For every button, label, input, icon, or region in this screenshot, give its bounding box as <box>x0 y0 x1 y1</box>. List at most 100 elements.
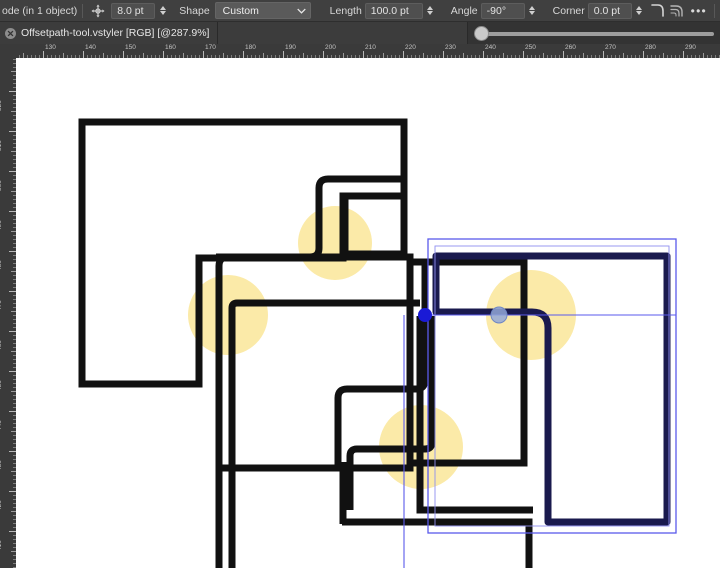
ruler-tick <box>243 51 244 58</box>
ruler-label: 270 <box>605 44 616 51</box>
stepper-down-icon[interactable] <box>636 11 642 15</box>
ruler-tick <box>483 51 484 58</box>
selected-node[interactable] <box>418 308 432 322</box>
ruler-tick <box>9 371 16 372</box>
ruler-label: 520 <box>0 100 3 111</box>
multi-corner-button[interactable] <box>669 1 687 21</box>
length-stepper[interactable] <box>425 3 436 19</box>
path-lower-rect <box>342 522 529 568</box>
angle-group: Angle -90° <box>451 3 538 19</box>
ruler-tick <box>9 411 16 412</box>
angle-label: Angle <box>451 5 478 17</box>
stroke-width-stepper[interactable] <box>157 3 168 19</box>
ruler-tick <box>363 51 364 58</box>
ruler-label: 130 <box>45 44 56 51</box>
ruler-label: 150 <box>125 44 136 51</box>
more-options-button[interactable]: ••• <box>690 1 708 21</box>
ruler-tick <box>443 51 444 58</box>
ruler-tick <box>563 51 564 58</box>
ruler-tick <box>9 131 16 132</box>
ruler-label: 210 <box>365 44 376 51</box>
ruler-label: 430 <box>0 460 3 471</box>
ruler-label: 290 <box>685 44 696 51</box>
chevron-down-icon <box>297 8 306 14</box>
angle-stepper[interactable] <box>527 3 538 19</box>
stepper-down-icon[interactable] <box>529 11 535 15</box>
stepper-up-icon[interactable] <box>529 6 535 10</box>
angle-input[interactable]: -90° <box>481 3 525 19</box>
stepper-down-icon[interactable] <box>427 11 433 15</box>
artboard-canvas[interactable] <box>16 58 720 568</box>
width-group: 8.0 pt <box>88 3 168 19</box>
angle-value: -90° <box>487 5 506 17</box>
ruler-label: 190 <box>285 44 296 51</box>
ruler-label: 420 <box>0 500 3 511</box>
highlight-circle <box>298 206 372 280</box>
ruler-tick <box>683 51 684 58</box>
mode-label: ode (in 1 object) <box>0 5 77 17</box>
ruler-tick <box>523 51 524 58</box>
close-circle-icon[interactable] <box>5 28 16 39</box>
context-toolbar: ode (in 1 object) <box>0 0 720 22</box>
ruler-tick <box>9 291 16 292</box>
shape-label: Shape <box>179 5 209 17</box>
ruler-label: 470 <box>0 300 3 311</box>
horizontal-ruler[interactable]: 1301401501601701801902002102202302402502… <box>16 44 720 58</box>
length-input[interactable]: 100.0 pt <box>365 3 423 19</box>
ruler-corner <box>0 44 16 58</box>
ruler-tick <box>403 51 404 58</box>
ruler-tick <box>9 451 16 452</box>
length-group: Length 100.0 pt <box>330 3 436 19</box>
ruler-tick <box>203 51 204 58</box>
stepper-down-icon[interactable] <box>160 11 166 15</box>
rounded-corner-button[interactable] <box>649 1 667 21</box>
zoom-slider-knob[interactable] <box>474 26 489 41</box>
ruler-label: 140 <box>85 44 96 51</box>
ruler-tick <box>643 51 644 58</box>
toolbar-divider-end <box>714 4 715 18</box>
ruler-tick <box>43 51 44 58</box>
ruler-label: 500 <box>0 180 3 191</box>
ruler-label: 220 <box>405 44 416 51</box>
ruler-tick <box>123 51 124 58</box>
corner-value: 0.0 pt <box>594 5 620 17</box>
stepper-up-icon[interactable] <box>427 6 433 10</box>
length-label: Length <box>330 5 362 17</box>
stroke-width-input[interactable]: 8.0 pt <box>111 3 155 19</box>
vector-editor-window: ode (in 1 object) <box>0 0 720 568</box>
ruler-tick <box>9 91 16 92</box>
vertical-ruler[interactable]: 520510500490480470460450440430420410 <box>0 58 16 568</box>
move-crosshair-icon[interactable] <box>91 4 105 18</box>
document-tab-bar: Offsetpath-tool.vstyler [RGB] [@287.9%] <box>0 22 720 44</box>
ruler-label: 450 <box>0 380 3 391</box>
stepper-up-icon[interactable] <box>160 6 166 10</box>
ruler-label: 260 <box>565 44 576 51</box>
offset-path-group <box>82 122 533 568</box>
tab-bar-empty-area <box>218 22 468 44</box>
ruler-tick <box>9 171 16 172</box>
ruler-label: 200 <box>325 44 336 51</box>
shape-dropdown[interactable]: Custom <box>215 2 311 19</box>
ruler-tick <box>9 531 16 532</box>
stroke-width-value: 8.0 pt <box>117 5 143 17</box>
document-tab-title: Offsetpath-tool.vstyler [RGB] [@287.9%] <box>21 27 209 39</box>
ruler-label: 170 <box>205 44 216 51</box>
multi-corner-icon <box>669 3 687 19</box>
ruler-label: 240 <box>485 44 496 51</box>
control-handle[interactable] <box>491 307 507 323</box>
ruler-tick <box>9 211 16 212</box>
corner-input[interactable]: 0.0 pt <box>588 3 632 19</box>
document-tab[interactable]: Offsetpath-tool.vstyler [RGB] [@287.9%] <box>0 22 218 44</box>
toolbar-divider <box>82 4 83 18</box>
ruler-label: 160 <box>165 44 176 51</box>
zoom-slider[interactable] <box>468 22 720 44</box>
ruler-tick <box>9 491 16 492</box>
stepper-up-icon[interactable] <box>636 6 642 10</box>
ruler-label: 440 <box>0 420 3 431</box>
corner-stepper[interactable] <box>634 3 645 19</box>
ruler-tick <box>163 51 164 58</box>
ruler-label: 410 <box>0 540 3 551</box>
ruler-label: 480 <box>0 260 3 271</box>
zoom-slider-track[interactable] <box>481 32 714 36</box>
rounded-corner-icon <box>649 3 667 19</box>
